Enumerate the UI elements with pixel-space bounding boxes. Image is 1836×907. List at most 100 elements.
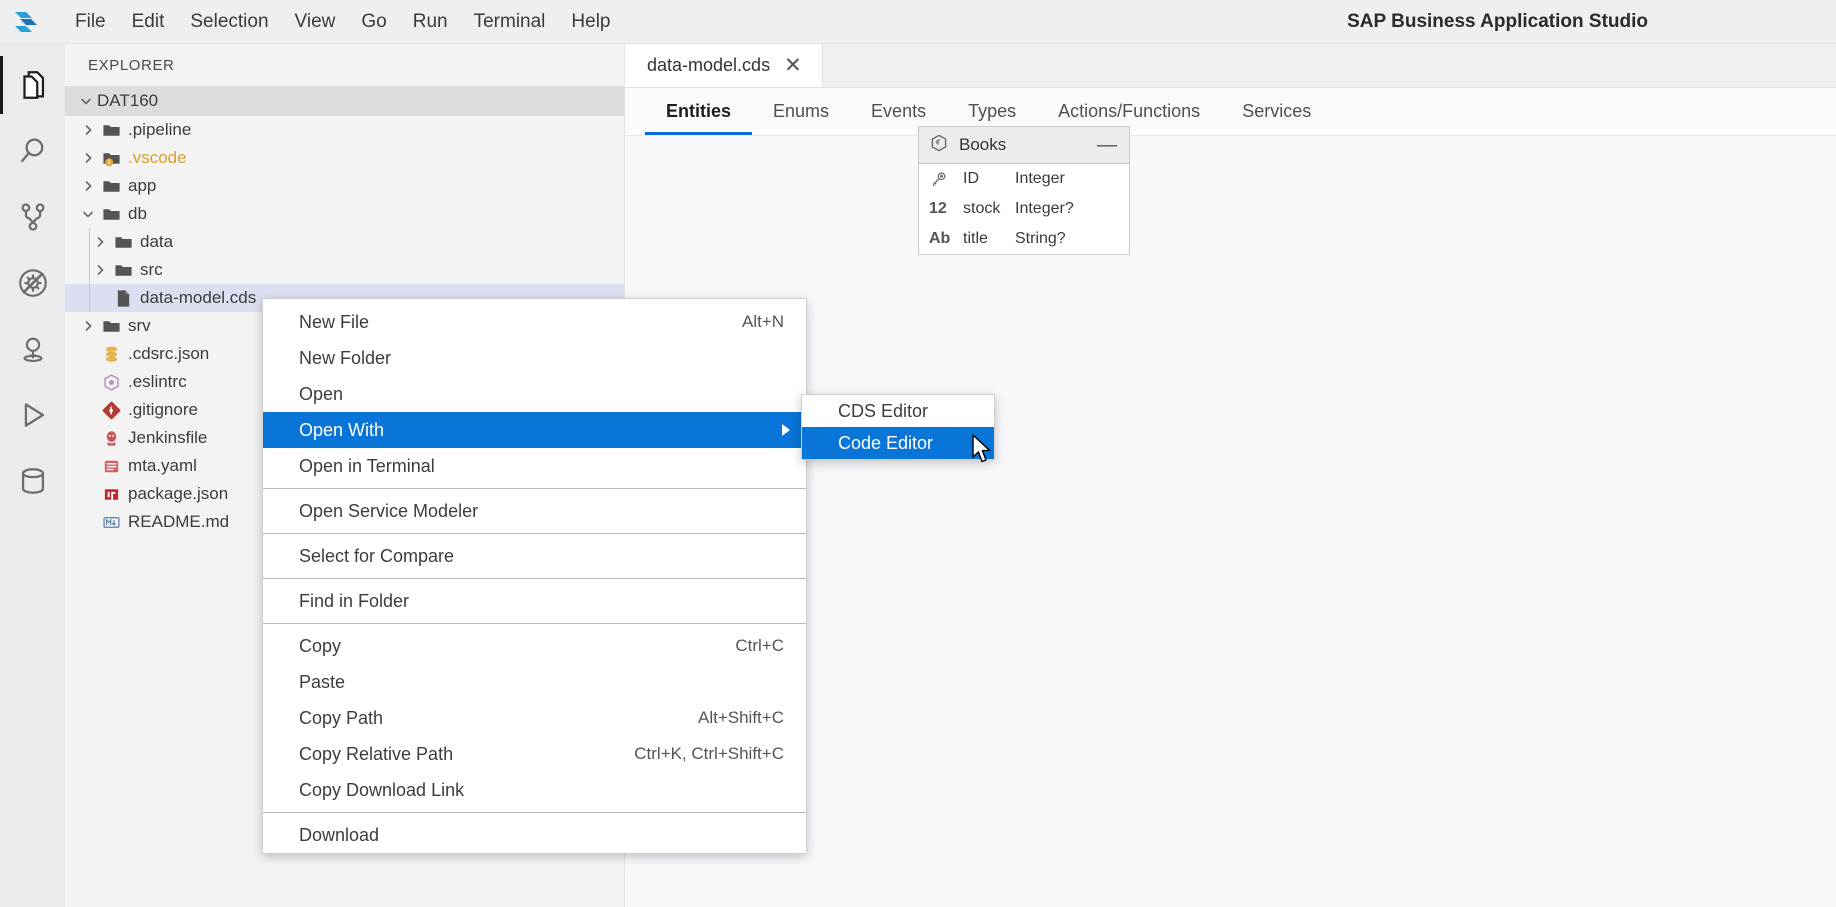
- entity-field-type: Integer: [1015, 170, 1065, 187]
- context-menu-item-label: Copy: [299, 635, 342, 656]
- context-menu-item-label: Find in Folder: [299, 590, 410, 611]
- folder-icon: [111, 233, 135, 252]
- entity-field-row: ID Integer: [919, 164, 1129, 194]
- editor-tab-label: data-model.cds: [647, 55, 771, 75]
- entity-field-row: Ab title String?: [919, 224, 1129, 254]
- yaml-icon: [99, 457, 123, 476]
- context-menu-item-shortcut: Ctrl+K, Ctrl+Shift+C: [634, 744, 784, 763]
- context-menu-item-label: Open Service Modeler: [299, 500, 479, 521]
- context-menu-item-label: Open in Terminal: [299, 455, 435, 476]
- context-menu-item-paste[interactable]: Paste: [263, 664, 806, 700]
- entity-card-books[interactable]: Books — ID Integer 12 stock Integer? Ab …: [918, 126, 1130, 255]
- entity-field-name: stock: [963, 200, 1001, 217]
- context-menu-item-label: Open: [299, 383, 344, 404]
- context-menu-item-label: New File: [299, 311, 370, 332]
- entity-card-header: Books —: [919, 127, 1129, 164]
- database-icon[interactable]: [0, 448, 65, 514]
- context-menu-item-copy-download-link[interactable]: Copy Download Link: [263, 772, 806, 808]
- source-control-icon[interactable]: [0, 184, 65, 250]
- context-menu-item-shortcut: Alt+N: [741, 312, 784, 331]
- context-menu-item-label: New Folder: [299, 347, 392, 368]
- context-menu-item-copy[interactable]: Copy Ctrl+C: [263, 628, 806, 664]
- app-title: SAP Business Application Studio: [1347, 10, 1648, 32]
- tree-item-label: .pipeline: [128, 120, 192, 139]
- search-icon[interactable]: [0, 118, 65, 184]
- tree-item-label: README.md: [128, 512, 230, 531]
- folder-icon: [111, 261, 135, 280]
- chevron-right-icon[interactable]: [89, 262, 111, 278]
- tree-item-label: srv: [128, 316, 151, 335]
- open-with-submenu: CDS Editor Code Editor: [801, 394, 995, 460]
- submenu-item-code-editor[interactable]: Code Editor: [802, 427, 994, 459]
- tree-item-db[interactable]: db: [65, 200, 624, 228]
- context-menu-item-new-folder[interactable]: New Folder: [263, 340, 806, 376]
- tree-item-label: app: [128, 176, 157, 195]
- context-menu-item-shortcut: Alt+Shift+C: [698, 708, 784, 727]
- context-menu-item-label: Copy Download Link: [299, 779, 465, 800]
- chevron-down-icon[interactable]: [75, 93, 97, 109]
- context-menu-item-open-with[interactable]: Open With: [263, 412, 806, 448]
- tree-item-app[interactable]: app: [65, 172, 624, 200]
- close-icon[interactable]: ✕: [784, 55, 802, 76]
- tree-item-label: .vscode: [128, 148, 187, 167]
- tree-item-pipeline[interactable]: .pipeline: [65, 116, 624, 144]
- context-menu-item-new-file[interactable]: New File Alt+N: [263, 304, 806, 340]
- context-menu-item-find-in-folder[interactable]: Find in Folder: [263, 583, 806, 619]
- run-play-icon[interactable]: [0, 382, 65, 448]
- app-window: File Edit Selection View Go Run Terminal…: [0, 0, 1836, 907]
- jenkins-icon: [99, 429, 123, 448]
- context-menu-separator: [263, 812, 806, 813]
- entity-field-row: 12 stock Integer?: [919, 194, 1129, 224]
- run-and-debug-icon[interactable]: [0, 250, 65, 316]
- chevron-right-icon[interactable]: [77, 178, 99, 194]
- context-menu-item-download[interactable]: Download: [263, 817, 806, 853]
- tab-entities[interactable]: Entities: [645, 88, 752, 135]
- tree-root-label: DAT160: [97, 91, 159, 110]
- folder-icon: [99, 317, 123, 336]
- tree-item-src[interactable]: src: [65, 256, 624, 284]
- eslint-icon: [99, 373, 123, 392]
- key-icon: [929, 170, 963, 189]
- tree-root-DAT160[interactable]: DAT160: [65, 86, 624, 116]
- tree-item-vscode[interactable]: .vscode: [65, 144, 624, 172]
- collapse-icon[interactable]: —: [1097, 135, 1119, 155]
- context-menu-item-open-service-modeler[interactable]: Open Service Modeler: [263, 493, 806, 529]
- submenu-item-cds-editor[interactable]: CDS Editor: [802, 395, 994, 427]
- npm-icon: [99, 485, 123, 504]
- indent-guide: [89, 284, 90, 312]
- tree-item-label: .eslintrc: [128, 372, 187, 391]
- context-menu-item-copy-relative-path[interactable]: Copy Relative Path Ctrl+K, Ctrl+Shift+C: [263, 736, 806, 772]
- context-menu-separator: [263, 623, 806, 624]
- chevron-right-icon[interactable]: [89, 234, 111, 250]
- indent-guide: [89, 228, 90, 256]
- context-menu-item-label: Select for Compare: [299, 545, 455, 566]
- text-icon: Ab: [929, 230, 951, 247]
- editor-tabbar: data-model.cds ✕: [625, 44, 1836, 88]
- entity-name: Books: [959, 135, 1007, 154]
- explorer-icon[interactable]: [0, 52, 65, 118]
- cds-file-icon: [111, 289, 135, 308]
- chevron-down-icon[interactable]: [77, 206, 99, 222]
- context-menu-item-copy-path[interactable]: Copy Path Alt+Shift+C: [263, 700, 806, 736]
- context-menu-item-open-in-terminal[interactable]: Open in Terminal: [263, 448, 806, 484]
- tree-item-label: package.json: [128, 484, 229, 503]
- tree-item-data[interactable]: data: [65, 228, 624, 256]
- indent-guide: [89, 256, 90, 284]
- chevron-right-icon[interactable]: [77, 318, 99, 334]
- context-menu-item-open[interactable]: Open: [263, 376, 806, 412]
- context-menu-item-label: Open With: [299, 419, 385, 440]
- tab-enums[interactable]: Enums: [752, 88, 850, 135]
- number-icon: 12: [929, 200, 947, 217]
- context-menu-item-select-for-compare[interactable]: Select for Compare: [263, 538, 806, 574]
- chevron-right-icon[interactable]: [77, 122, 99, 138]
- entity-cube-icon: [929, 133, 949, 158]
- tab-services[interactable]: Services: [1221, 88, 1332, 135]
- context-menu-item-label: Paste: [299, 671, 346, 692]
- json-db-icon: [99, 345, 123, 364]
- editor-tab-data-model-cds[interactable]: data-model.cds ✕: [625, 44, 823, 87]
- extensions-lightbulb-icon[interactable]: [0, 316, 65, 382]
- tree-item-label: Jenkinsfile: [128, 428, 208, 447]
- editor-subtabs: Entities Enums Events Types Actions/Func…: [625, 88, 1836, 136]
- chevron-right-icon[interactable]: [77, 150, 99, 166]
- context-menu-separator: [263, 488, 806, 489]
